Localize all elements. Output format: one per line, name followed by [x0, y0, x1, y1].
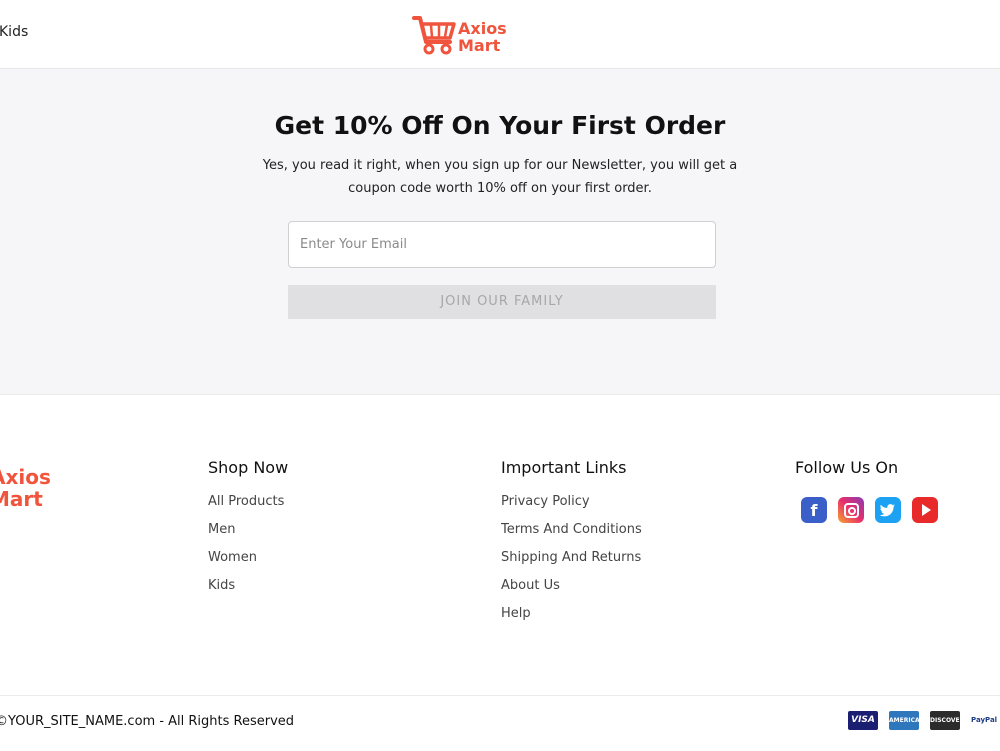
nav-link-kids[interactable]: Kids: [0, 24, 28, 40]
visa-icon: VISA: [848, 711, 878, 730]
footer-link-all-products[interactable]: All Products: [208, 493, 288, 521]
site-header: Kids Axios Mart: [0, 0, 1000, 69]
email-input[interactable]: [288, 221, 716, 268]
paypal-icon: PayPal: [971, 711, 1000, 730]
shop-now-heading: Shop Now: [208, 458, 289, 477]
footer-logo[interactable]: Axios Mart: [0, 466, 51, 510]
footer-logo-line-1: Axios: [0, 465, 51, 489]
discover-icon: DISCOVER: [930, 711, 964, 730]
instagram-icon[interactable]: [838, 497, 864, 523]
footer-link-terms[interactable]: Terms And Conditions: [501, 521, 642, 549]
footer-link-shipping-returns[interactable]: Shipping And Returns: [501, 549, 642, 577]
amex-icon: AMERICAN EXPRESS: [889, 711, 925, 743]
newsletter-description: Yes, you read it right, when you sign up…: [262, 158, 738, 196]
newsletter-section: Get 10% Off On Your First Order Yes, you…: [0, 69, 1000, 395]
header-logo[interactable]: Axios Mart: [412, 14, 507, 56]
footer-link-men[interactable]: Men: [208, 521, 288, 549]
social-links: f: [801, 497, 938, 523]
footer-bottom-bar: ©YOUR_SITE_NAME.com - All Rights Reserve…: [0, 695, 1000, 751]
newsletter-title: Get 10% Off On Your First Order: [274, 111, 726, 140]
facebook-icon[interactable]: f: [801, 497, 827, 523]
follow-us-heading: Follow Us On: [795, 458, 899, 477]
logo-wordmark: Axios Mart: [458, 20, 507, 54]
footer-link-about-us[interactable]: About Us: [501, 577, 642, 605]
footer-follow-column: Follow Us On f: [795, 458, 938, 523]
shopping-cart-icon: [412, 16, 456, 55]
footer-important-links-column: Important Links Privacy Policy Terms And…: [501, 458, 642, 633]
logo-line-1: Axios: [458, 19, 507, 38]
footer-link-kids[interactable]: Kids: [208, 577, 288, 605]
footer-logo-line-2: Mart: [0, 487, 43, 511]
important-links-heading: Important Links: [501, 458, 627, 477]
footer-link-privacy-policy[interactable]: Privacy Policy: [501, 493, 642, 521]
footer-link-women[interactable]: Women: [208, 549, 288, 577]
copyright-text: ©YOUR_SITE_NAME.com - All Rights Reserve…: [0, 714, 295, 729]
footer-shop-column: Shop Now All Products Men Women Kids: [208, 458, 288, 605]
join-our-family-button[interactable]: JOIN OUR FAMILY: [288, 285, 716, 319]
twitter-icon[interactable]: [875, 497, 901, 523]
footer-link-help[interactable]: Help: [501, 605, 642, 633]
logo-line-2: Mart: [458, 36, 501, 55]
youtube-icon[interactable]: [912, 497, 938, 523]
